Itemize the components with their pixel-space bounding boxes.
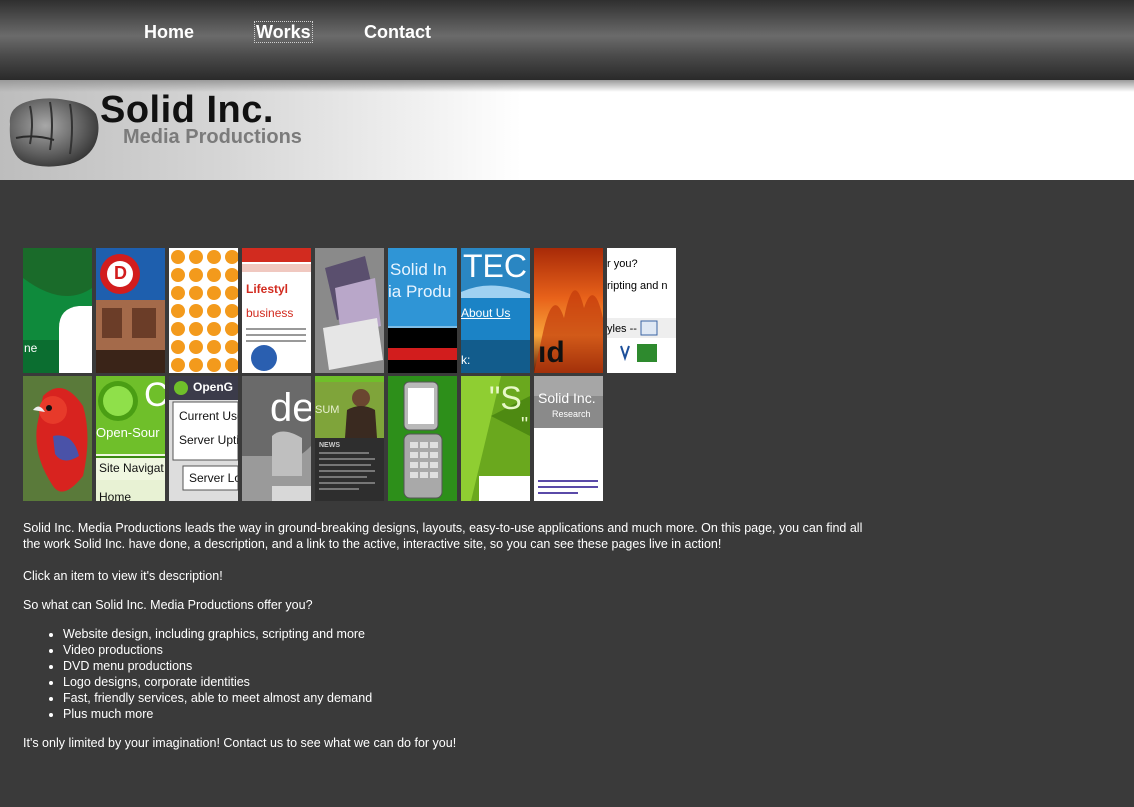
thumb-text: Home — [99, 490, 132, 501]
list-item: Logo designs, corporate identities — [63, 674, 883, 690]
thumb-text: TEC — [463, 248, 527, 284]
work-thumbnail[interactable]: de — [242, 376, 311, 501]
thumb-text: SUM — [315, 404, 340, 416]
work-thumbnail[interactable]: ne — [23, 248, 92, 373]
top-navigation-bar: Home Works Contact — [0, 0, 1134, 80]
thumb-text: ripting and n — [607, 280, 668, 292]
work-thumbnail[interactable] — [23, 376, 92, 501]
thumb-text: Server Uptin — [179, 433, 238, 447]
list-item: Plus much more — [63, 706, 883, 722]
nav-home-link[interactable]: Home — [143, 22, 195, 42]
thumb-text: Solid Inc. — [538, 390, 596, 406]
thumb-text: Server Lo — [189, 471, 238, 485]
work-thumbnail[interactable]: Solid Inc. Research — [534, 376, 603, 501]
work-thumbnail[interactable]: ıd — [534, 248, 603, 373]
services-list: Website design, including graphics, scri… — [23, 626, 883, 722]
logo-subtitle: Media Productions — [123, 126, 302, 148]
work-thumbnail[interactable]: Solid In ia Produ — [388, 248, 457, 373]
closing-text: It's only limited by your imagination! C… — [23, 736, 457, 750]
thumb-text: ıd — [538, 336, 565, 369]
work-thumbnail[interactable]: OpenG Current Use Server Uptin Server Lo — [169, 376, 238, 501]
thumb-text: de — [270, 386, 311, 430]
work-thumbnail[interactable]: "S " — [461, 376, 530, 501]
thumb-text: r you? — [607, 258, 638, 270]
thumb-text: yles -- — [607, 323, 637, 335]
intro-paragraph: Solid Inc. Media Productions leads the w… — [23, 521, 863, 551]
thumb-text: Solid In — [390, 260, 447, 279]
thumb-text: OpenG — [193, 380, 234, 394]
thumb-link: About Us — [461, 306, 511, 320]
offer-question: So what can Solid Inc. Media Productions… — [23, 598, 313, 612]
thumb-text: Current Use — [179, 409, 238, 423]
thumb-text: "S — [489, 380, 522, 416]
work-thumbnail[interactable] — [169, 248, 238, 373]
work-thumbnail[interactable]: D — [96, 248, 165, 373]
work-thumbnail[interactable] — [388, 376, 457, 501]
list-item: Website design, including graphics, scri… — [63, 626, 883, 642]
thumb-text: NEWS — [319, 442, 340, 449]
nav-contact-link[interactable]: Contact — [363, 22, 432, 42]
thumb-text: ne — [24, 341, 38, 355]
list-item: Video productions — [63, 642, 883, 658]
work-thumbnail[interactable]: SUM NEWS — [315, 376, 384, 501]
work-thumbnail[interactable]: r you? ripting and n yles -- — [607, 248, 676, 373]
thumb-text: ia Produ — [388, 282, 452, 301]
thumb-text: Site Navigat — [99, 461, 164, 475]
work-thumbnail[interactable]: TEC About Us k: — [461, 248, 530, 373]
thumb-text: Research — [552, 409, 591, 419]
header-banner: Solid Inc. Media Productions — [0, 80, 1134, 180]
list-item: Fast, friendly services, able to meet al… — [63, 690, 883, 706]
thumb-text: " — [521, 414, 529, 436]
works-description: Solid Inc. Media Productions leads the w… — [23, 520, 883, 751]
thumb-text: Open-Sour — [96, 425, 160, 440]
work-thumbnail[interactable]: C Open-Sour Site Navigat Home — [96, 376, 165, 501]
fist-icon — [4, 94, 100, 173]
thumb-text: Lifestyl — [246, 282, 289, 296]
thumb-text: C — [144, 376, 165, 414]
click-hint: Click an item to view it's description! — [23, 569, 223, 583]
work-thumbnail[interactable] — [315, 248, 384, 373]
work-thumbnail[interactable]: Lifestyl business — [242, 248, 311, 373]
list-item: DVD menu productions — [63, 658, 883, 674]
nav-works-link[interactable]: Works — [254, 21, 313, 43]
logo-title: Solid Inc. — [100, 89, 274, 131]
thumb-text: k: — [461, 353, 471, 367]
thumb-text: D — [114, 263, 127, 283]
thumb-text: business — [246, 306, 294, 320]
